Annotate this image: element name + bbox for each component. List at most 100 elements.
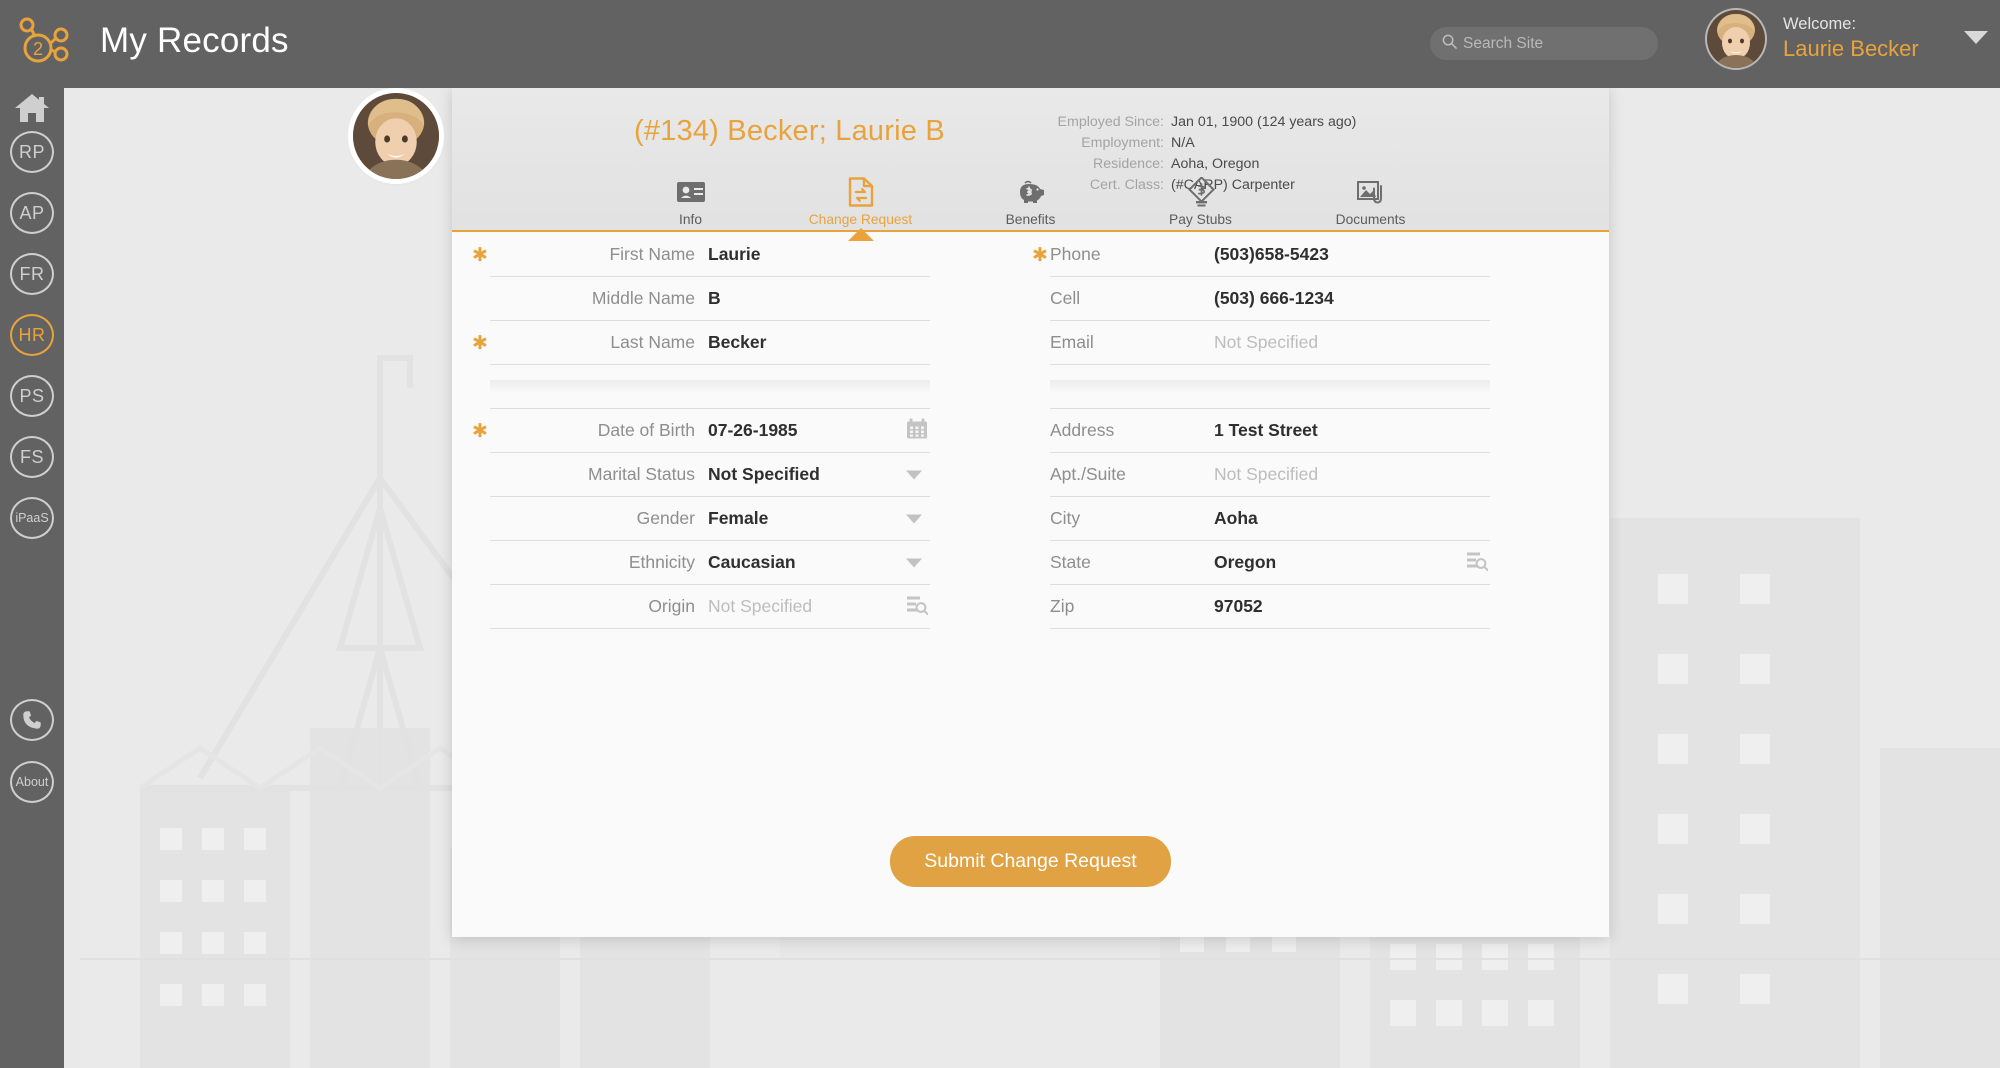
field-first-name[interactable]: ✱ First Name Laurie: [472, 233, 930, 277]
tab-pay-stubs-label: Pay Stubs: [1169, 212, 1232, 227]
user-menu[interactable]: Welcome: Laurie Becker: [1707, 10, 1989, 68]
field-label: City: [1050, 508, 1081, 528]
tab-benefits-label: Benefits: [1005, 212, 1056, 227]
meta-label: Employed Since:: [1057, 114, 1164, 130]
field-address[interactable]: Address 1 Test Street: [1050, 409, 1490, 453]
field-city[interactable]: City Aoha: [1050, 497, 1490, 541]
sidebar-item-ps[interactable]: PS: [10, 374, 54, 418]
calendar-icon[interactable]: [906, 417, 928, 444]
field-label: Date of Birth: [597, 420, 695, 440]
field-spacer-right: [1050, 365, 1490, 409]
chevron-down-icon[interactable]: [906, 558, 922, 567]
pay-stub-icon: [1187, 175, 1215, 209]
sidebar-item-hr-label: HR: [10, 314, 54, 356]
field-origin[interactable]: Origin Not Specified: [490, 585, 930, 629]
sidebar-item-ap-label: AP: [10, 192, 54, 234]
field-value[interactable]: Laurie: [708, 244, 761, 265]
field-gender[interactable]: Gender Female: [490, 497, 930, 541]
phone-icon: [10, 699, 54, 741]
tab-documents-label: Documents: [1335, 212, 1406, 227]
chevron-down-icon[interactable]: [906, 470, 922, 479]
field-email[interactable]: Email Not Specified: [1050, 321, 1490, 365]
field-value[interactable]: 97052: [1214, 596, 1263, 617]
tab-info[interactable]: Info: [635, 174, 747, 227]
field-value[interactable]: Oregon: [1214, 552, 1276, 573]
app-root: 2 My Records Search Site Welcome: Laurie…: [0, 0, 2000, 1068]
tab-change-request[interactable]: Change Request: [805, 174, 917, 241]
avatar: [1707, 10, 1765, 68]
field-apt-suite[interactable]: Apt./Suite Not Specified: [1050, 453, 1490, 497]
field-value[interactable]: Not Specified: [708, 464, 820, 485]
welcome-text: Welcome: Laurie Becker: [1783, 14, 1919, 63]
id-card-icon: [676, 175, 706, 209]
field-value[interactable]: (503)658-5423: [1214, 244, 1329, 265]
tab-documents[interactable]: Documents: [1315, 174, 1427, 227]
field-state[interactable]: State Oregon: [1050, 541, 1490, 585]
tab-pay-stubs[interactable]: Pay Stubs: [1145, 174, 1257, 227]
field-label: Apt./Suite: [1050, 464, 1126, 484]
field-marital-status[interactable]: Marital Status Not Specified: [490, 453, 930, 497]
field-cell[interactable]: Cell (503) 666-1234: [1050, 277, 1490, 321]
meta-value: Jan 01, 1900 (124 years ago): [1171, 114, 1357, 130]
sidebar-item-about[interactable]: About: [10, 760, 54, 804]
field-label: Marital Status: [588, 464, 695, 484]
field-label: State: [1050, 552, 1091, 572]
search-box[interactable]: [1430, 27, 1658, 60]
sidebar-item-ap[interactable]: AP: [10, 191, 54, 235]
sidebar-item-fr[interactable]: FR: [10, 252, 54, 296]
field-label: Zip: [1050, 596, 1075, 616]
meta-row-employed-since: Employed Since: Jan 01, 1900 (124 years …: [1022, 112, 1542, 133]
sidebar-item-hr[interactable]: HR: [10, 313, 54, 357]
field-date-of-birth[interactable]: ✱ Date of Birth 07-26-1985: [472, 409, 930, 453]
section-divider: [490, 379, 930, 394]
field-last-name[interactable]: ✱ Last Name Becker: [472, 321, 930, 365]
field-label: Last Name: [610, 332, 695, 352]
sidebar-item-rp[interactable]: RP: [10, 130, 54, 174]
field-label: Phone: [1050, 244, 1101, 264]
required-asterisk-icon: ✱: [1032, 245, 1048, 266]
tab-info-label: Info: [678, 212, 702, 227]
field-value[interactable]: Aoha: [1214, 508, 1258, 529]
field-value[interactable]: Not Specified: [1214, 464, 1318, 485]
field-value[interactable]: Caucasian: [708, 552, 796, 573]
form-column-right: ✱ Phone (503)658-5423 Cell (503) 666-123…: [1032, 233, 1490, 629]
record-title: (#134) Becker; Laurie B: [634, 115, 945, 147]
field-value[interactable]: Female: [708, 508, 768, 529]
tab-change-request-label: Change Request: [808, 212, 913, 227]
list-search-icon[interactable]: [906, 593, 929, 620]
tab-benefits[interactable]: Benefits: [975, 174, 1087, 227]
field-spacer-left: [490, 365, 930, 409]
connected-nodes-2-logo-icon: 2: [14, 10, 76, 72]
sidebar-item-ipaas[interactable]: iPaaS: [10, 496, 54, 540]
field-value[interactable]: B: [708, 288, 721, 309]
record-card: (#134) Becker; Laurie B Employed Since: …: [353, 88, 1609, 937]
chevron-down-icon[interactable]: [906, 514, 922, 523]
search-icon: [1442, 34, 1457, 54]
field-value[interactable]: Not Specified: [708, 596, 812, 617]
field-ethnicity[interactable]: Ethnicity Caucasian: [490, 541, 930, 585]
field-label: First Name: [609, 244, 695, 264]
list-search-icon[interactable]: [1466, 549, 1489, 576]
sidebar-item-fs[interactable]: FS: [10, 435, 54, 479]
field-middle-name[interactable]: Middle Name B: [490, 277, 930, 321]
submit-change-request-button[interactable]: Submit Change Request: [890, 836, 1171, 887]
form-column-left: ✱ First Name Laurie Middle Name B ✱ Last…: [472, 233, 930, 629]
field-value[interactable]: Becker: [708, 332, 766, 353]
field-value[interactable]: (503) 666-1234: [1214, 288, 1334, 309]
field-value[interactable]: 07-26-1985: [708, 420, 798, 441]
field-value[interactable]: 1 Test Street: [1214, 420, 1318, 441]
field-phone[interactable]: ✱ Phone (503)658-5423: [1032, 233, 1490, 277]
sidebar-item-home[interactable]: [10, 88, 54, 132]
chevron-down-icon[interactable]: [1963, 29, 1989, 50]
search-input[interactable]: [1463, 34, 1643, 53]
field-value[interactable]: Not Specified: [1214, 332, 1318, 353]
sidebar-item-rp-label: RP: [10, 131, 54, 173]
top-bar: 2 My Records Search Site Welcome: Laurie…: [0, 0, 2000, 88]
record-header: (#134) Becker; Laurie B Employed Since: …: [353, 88, 1609, 241]
brand[interactable]: 2 My Records: [14, 10, 289, 72]
piggy-bank-icon: [1016, 175, 1046, 209]
user-name: Laurie Becker: [1783, 36, 1919, 62]
field-zip[interactable]: Zip 97052: [1050, 585, 1490, 629]
sidebar-item-contact[interactable]: [10, 698, 54, 742]
tab-bar: Info Change Request Benefits Pay Stubs D…: [452, 174, 1609, 241]
